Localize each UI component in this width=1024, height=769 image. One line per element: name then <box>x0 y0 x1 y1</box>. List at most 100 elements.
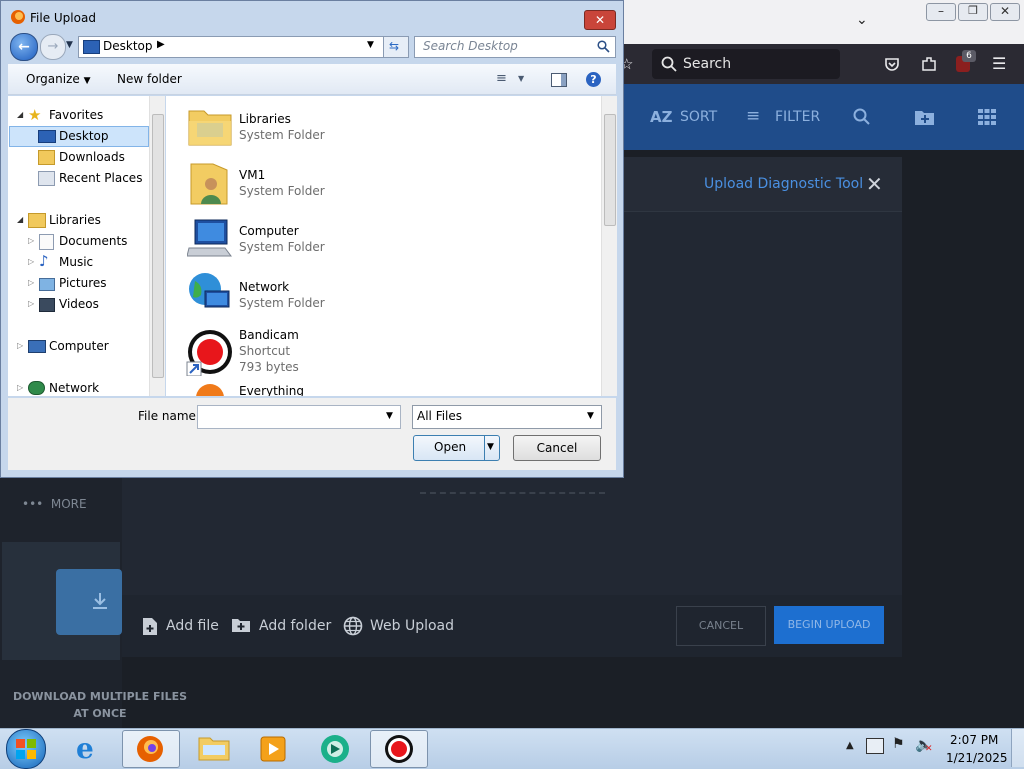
nav-network[interactable]: Network <box>49 381 99 395</box>
desktop-icon <box>38 130 56 143</box>
expand-network-icon[interactable]: ▷ <box>17 383 23 392</box>
nav-pictures[interactable]: Pictures <box>59 276 107 290</box>
download-folder-icon <box>56 569 122 635</box>
expand-music-icon[interactable]: ▷ <box>28 257 34 266</box>
sort-label[interactable]: SORT <box>680 109 717 125</box>
nav-computer[interactable]: Computer <box>49 339 109 353</box>
breadcrumb-arrow-icon[interactable]: ▶ <box>157 39 165 50</box>
nav-libraries[interactable]: Libraries <box>49 213 101 227</box>
start-button[interactable] <box>6 729 46 769</box>
search-icon[interactable] <box>597 40 610 53</box>
new-folder-icon[interactable] <box>914 108 936 126</box>
upload-modal-title: Upload Diagnostic Tool <box>704 176 864 192</box>
download-multiple-text: DOWNLOAD MULTIPLE FILES AT ONCE <box>12 690 188 720</box>
search-desktop-input[interactable]: Search Desktop <box>414 36 616 58</box>
restore-button[interactable]: ❐ <box>958 3 988 21</box>
address-dropdown-icon[interactable]: ▼ <box>367 40 374 50</box>
add-file-button[interactable]: Add file <box>166 618 219 634</box>
expand-videos-icon[interactable]: ▷ <box>28 299 34 308</box>
nav-scroll-thumb[interactable] <box>152 114 164 378</box>
file-scrollbar[interactable] <box>601 96 617 396</box>
show-hidden-icons[interactable]: ▲ <box>846 740 854 751</box>
taskbar-app[interactable] <box>308 730 364 766</box>
extensions-icon[interactable] <box>920 55 938 73</box>
preview-pane-icon[interactable] <box>551 73 567 87</box>
search-icon[interactable] <box>853 108 871 126</box>
libraries-folder-icon <box>188 110 232 146</box>
menu-icon[interactable]: ☰ <box>992 54 1006 73</box>
web-upload-button[interactable]: Web Upload <box>370 618 454 634</box>
organize-button[interactable]: Organize ▼ <box>26 72 91 86</box>
file-name: Everything <box>239 384 304 396</box>
file-scroll-thumb[interactable] <box>604 114 616 226</box>
view-options-icon[interactable]: ≡ <box>496 71 507 86</box>
downloads-folder-icon <box>38 150 55 165</box>
taskbar-media-player[interactable] <box>246 730 302 766</box>
bandicam-icon <box>186 330 232 376</box>
nav-recent-places[interactable]: Recent Places <box>59 171 142 185</box>
cancel-upload-button[interactable]: CANCEL <box>676 606 766 646</box>
view-dropdown-icon[interactable]: ▼ <box>518 74 524 83</box>
nav-scrollbar[interactable] <box>149 96 165 396</box>
expand-pictures-icon[interactable]: ▷ <box>28 278 34 287</box>
history-dropdown-icon[interactable]: ▼ <box>66 40 73 50</box>
close-icon[interactable]: ✕ <box>866 172 883 196</box>
firefox-icon <box>11 10 25 24</box>
videos-icon <box>39 298 55 312</box>
nav-documents[interactable]: Documents <box>59 234 127 248</box>
pocket-icon[interactable] <box>884 56 900 72</box>
file-type-select[interactable]: All Files ▼ <box>412 405 602 429</box>
back-button[interactable]: ← <box>10 33 38 61</box>
filter-label[interactable]: FILTER <box>775 109 820 125</box>
refresh-button[interactable]: ⇆ <box>383 36 409 58</box>
action-center-icon[interactable] <box>866 738 884 754</box>
globe-icon[interactable] <box>343 616 363 636</box>
chevron-down-icon[interactable]: ⌄ <box>856 12 868 28</box>
new-folder-button[interactable]: New folder <box>117 72 182 86</box>
help-icon[interactable]: ? <box>586 72 601 87</box>
taskbar-firefox[interactable] <box>122 730 180 768</box>
chevron-down-icon: ▼ <box>83 76 91 86</box>
expand-favorites-icon[interactable]: ◢ <box>17 110 23 119</box>
nav-videos[interactable]: Videos <box>59 297 99 311</box>
clock-date[interactable]: 1/21/2025 <box>946 751 1008 765</box>
minimize-button[interactable]: – <box>926 3 956 21</box>
clock-time[interactable]: 2:07 PM <box>950 733 998 747</box>
file-name-input[interactable]: ▼ <box>197 405 401 429</box>
grid-view-icon[interactable] <box>978 109 996 125</box>
nav-downloads[interactable]: Downloads <box>59 150 125 164</box>
expand-libraries-icon[interactable]: ◢ <box>17 215 23 224</box>
expand-computer-icon[interactable]: ▷ <box>17 341 23 350</box>
browser-search-input[interactable]: Search <box>652 49 840 79</box>
open-button[interactable]: Open ▼ <box>413 435 500 461</box>
network-icon <box>189 273 230 308</box>
recent-places-icon <box>38 171 55 186</box>
forward-button[interactable]: → <box>40 34 66 60</box>
nav-favorites[interactable]: Favorites <box>49 108 103 122</box>
sort-az-icon[interactable]: AZ <box>650 108 673 126</box>
expand-documents-icon[interactable]: ▷ <box>28 236 34 245</box>
media-player-icon <box>260 736 286 762</box>
ie-icon: e <box>76 732 94 765</box>
file-item[interactable]: Everything <box>186 380 596 396</box>
taskbar-explorer[interactable] <box>186 730 242 766</box>
taskbar-bandicam[interactable] <box>370 730 428 768</box>
nav-desktop[interactable]: Desktop <box>59 129 109 143</box>
flag-icon[interactable]: ⚑ <box>892 736 905 752</box>
open-dropdown-icon[interactable]: ▼ <box>487 442 494 452</box>
address-bar[interactable]: Desktop ▶ ▼ <box>78 36 384 58</box>
taskbar-ie[interactable]: e <box>62 730 118 766</box>
dialog-close-button[interactable]: ✕ <box>584 10 616 30</box>
dialog-cancel-button[interactable]: Cancel <box>513 435 601 461</box>
nav-music[interactable]: Music <box>59 255 93 269</box>
begin-upload-button[interactable]: BEGIN UPLOAD <box>774 606 884 644</box>
file-name-dropdown-icon[interactable]: ▼ <box>386 411 393 421</box>
folder-icon <box>198 737 230 761</box>
filter-icon[interactable]: ≡ <box>746 106 760 126</box>
add-folder-button[interactable]: Add folder <box>259 618 331 634</box>
add-file-icon[interactable] <box>142 617 158 636</box>
more-menu-item[interactable]: ••• MORE <box>22 497 87 511</box>
add-folder-icon[interactable] <box>231 617 251 633</box>
close-window-button[interactable]: ✕ <box>990 3 1020 21</box>
show-desktop-button[interactable] <box>1011 729 1024 767</box>
